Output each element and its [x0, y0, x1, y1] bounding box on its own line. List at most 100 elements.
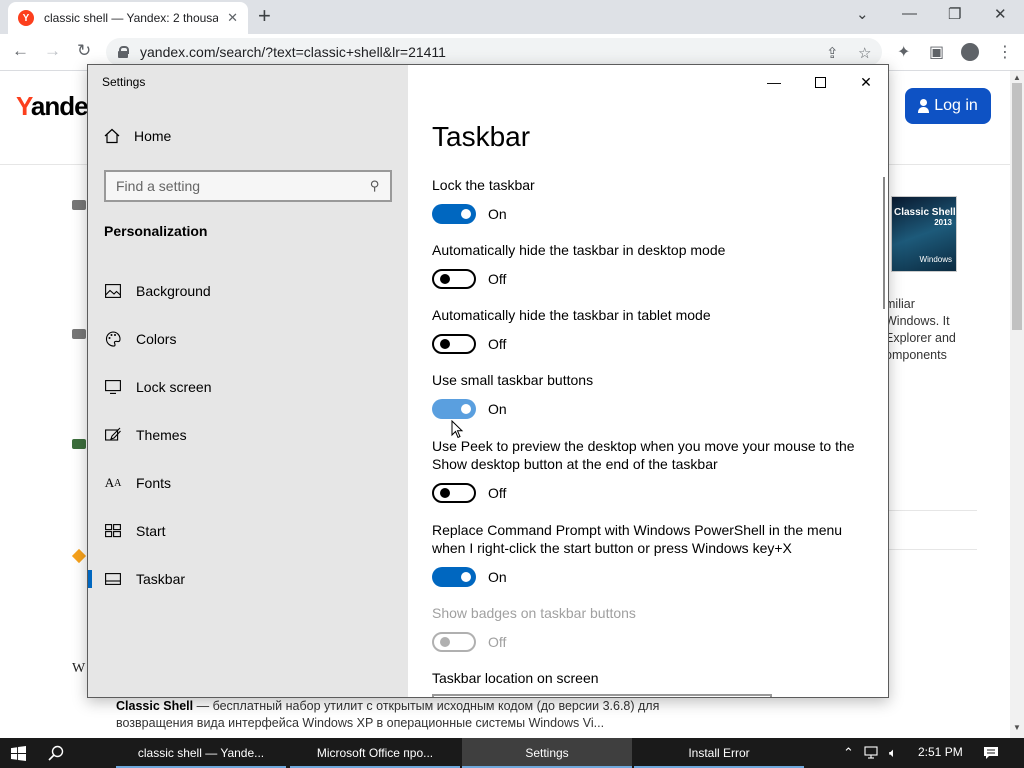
toggle-knob: [461, 209, 471, 219]
toggle-powershell[interactable]: [432, 567, 476, 587]
volume-icon[interactable]: 🔈︎: [889, 738, 897, 768]
toggle-badges-row: Off: [432, 632, 506, 652]
start-button[interactable]: [0, 738, 36, 768]
reload-icon[interactable]: ↻: [77, 41, 91, 61]
toggle-knob: [461, 572, 471, 582]
taskbar-location-dropdown[interactable]: [432, 694, 772, 697]
result-favicon-icon: [72, 200, 86, 210]
network-icon[interactable]: [864, 738, 880, 768]
sidebar-item-fonts[interactable]: AA Fonts: [88, 463, 408, 503]
result-snippet: miliar Windows. It Explorer and omponent…: [885, 297, 956, 362]
home-nav-item[interactable]: Home: [104, 128, 171, 144]
sidebar-item-taskbar[interactable]: Taskbar: [88, 559, 408, 599]
search-input[interactable]: [116, 178, 371, 194]
notifications-icon[interactable]: [983, 738, 999, 768]
toggle-lock-taskbar-row: On: [432, 204, 507, 224]
toggle-powershell-row: On: [432, 567, 507, 587]
result-favicon-icon: W: [72, 661, 86, 676]
user-icon: [918, 99, 930, 113]
restore-browser-button[interactable]: ❐: [948, 5, 961, 23]
clock[interactable]: 2:51 PM: [918, 745, 963, 759]
taskbar-icon: [105, 571, 121, 587]
toggle-small-buttons[interactable]: [432, 399, 476, 419]
start-grid-icon: [105, 523, 121, 539]
toggle-knob: [440, 274, 450, 284]
result-favicon-icon: [71, 548, 87, 564]
scroll-up-icon[interactable]: ▲: [1013, 73, 1021, 82]
sidebar-item-background[interactable]: Background: [88, 271, 408, 311]
picture-icon: [105, 283, 121, 299]
windows-logo-icon: [10, 745, 26, 761]
toggle-small-buttons-row: On: [432, 399, 507, 419]
side-panel-icon[interactable]: ▣: [929, 42, 944, 62]
result-favicon-icon: [72, 439, 86, 449]
sidebar-item-lock-screen[interactable]: Lock screen: [88, 367, 408, 407]
taskbar-item-office[interactable]: Microsoft Office про...: [290, 738, 460, 768]
scroll-down-icon[interactable]: ▼: [1013, 723, 1021, 732]
close-browser-button[interactable]: ✕: [994, 5, 1007, 23]
option-label-peek: Use Peek to preview the desktop when you…: [432, 438, 855, 472]
tab-search-icon[interactable]: ⌄: [856, 5, 869, 23]
lock-icon[interactable]: [118, 46, 129, 58]
back-arrow-icon[interactable]: ←: [12, 41, 29, 61]
find-setting-search-box[interactable]: ⚲: [104, 170, 392, 202]
profile-avatar-icon[interactable]: [961, 43, 979, 61]
option-label-badges: Show badges on taskbar buttons: [432, 605, 636, 621]
toggle-autohide-tablet-row: Off: [432, 334, 506, 354]
yandex-logo[interactable]: Yande: [16, 91, 89, 122]
taskbar-search-button[interactable]: [38, 738, 74, 768]
scrollbar-thumb[interactable]: [1012, 83, 1022, 330]
monitor-icon: [105, 379, 121, 395]
tab-close-icon[interactable]: ✕: [227, 10, 238, 26]
toggle-peek-row: Off: [432, 483, 506, 503]
sidebar-item-start[interactable]: Start: [88, 511, 408, 551]
chrome-menu-icon[interactable]: ⋮: [997, 42, 1013, 62]
maximize-window-button[interactable]: [810, 73, 830, 91]
taskbar-item-install-error[interactable]: Install Error: [634, 738, 804, 768]
sidebar-item-colors[interactable]: Colors: [88, 319, 408, 359]
option-label-autohide-desktop: Automatically hide the taskbar in deskto…: [432, 242, 726, 258]
palette-icon: [105, 331, 121, 347]
section-heading: Personalization: [104, 223, 208, 239]
login-button[interactable]: Log in: [905, 88, 991, 124]
browser-tab[interactable]: Y classic shell — Yandex: 2 thousand res…: [8, 2, 248, 34]
toggle-knob: [440, 488, 450, 498]
search-icon[interactable]: ⚲: [370, 178, 380, 194]
share-icon[interactable]: ⇪: [826, 44, 839, 62]
browser-tab-strip: Y classic shell — Yandex: 2 thousand res…: [0, 0, 1024, 34]
toggle-autohide-tablet[interactable]: [432, 334, 476, 354]
toggle-lock-taskbar[interactable]: [432, 204, 476, 224]
new-tab-button[interactable]: +: [258, 5, 271, 27]
extensions-puzzle-icon[interactable]: ✦: [897, 42, 910, 62]
option-label-lock-taskbar: Lock the taskbar: [432, 177, 535, 193]
bookmark-star-icon[interactable]: ☆: [858, 44, 871, 62]
mouse-cursor-icon: [451, 420, 464, 439]
taskbar-location-label: Taskbar location on screen: [432, 670, 599, 686]
yandex-favicon-icon: Y: [18, 10, 34, 26]
taskbar-item-chrome[interactable]: classic shell — Yande...: [116, 738, 286, 768]
result-snippet-bottom: Classic Shell — бесплатный набор утилит …: [116, 699, 660, 730]
forward-arrow-icon[interactable]: →: [44, 41, 61, 61]
home-icon: [104, 128, 120, 144]
taskbar-item-settings[interactable]: Settings: [462, 738, 632, 768]
toggle-badges: [432, 632, 476, 652]
minimize-window-button[interactable]: —: [764, 73, 784, 91]
minimize-browser-button[interactable]: —: [902, 5, 917, 22]
result-thumbnail[interactable]: Classic Shell 2013 Windows: [891, 196, 957, 272]
settings-sidebar: Settings Home ⚲ Personalization Backgrou…: [88, 65, 408, 697]
close-window-button[interactable]: ✕: [856, 73, 876, 91]
toggle-knob: [440, 339, 450, 349]
brush-icon: [105, 427, 121, 443]
toggle-knob: [440, 637, 450, 647]
sidebar-item-themes[interactable]: Themes: [88, 415, 408, 455]
toggle-autohide-desktop[interactable]: [432, 269, 476, 289]
browser-scrollbar[interactable]: ▲ ▼: [1010, 71, 1024, 738]
settings-scrollbar[interactable]: [883, 177, 885, 309]
option-label-powershell: Replace Command Prompt with Windows Powe…: [432, 522, 843, 556]
toggle-peek[interactable]: [432, 483, 476, 503]
address-bar[interactable]: yandex.com/search/?text=classic+shell&lr…: [106, 38, 882, 66]
page-title: Taskbar: [432, 121, 531, 152]
settings-window: Settings Home ⚲ Personalization Backgrou…: [87, 64, 889, 698]
tray-chevron-icon[interactable]: ⌃: [843, 738, 854, 768]
option-label-small-buttons: Use small taskbar buttons: [432, 372, 594, 388]
